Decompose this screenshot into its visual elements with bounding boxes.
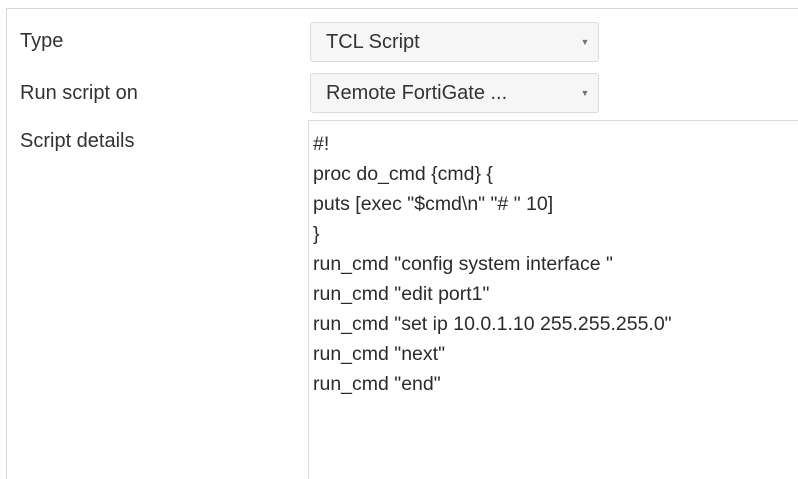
run-script-on-select[interactable]: Remote FortiGate ... ▼ [310,73,599,113]
script-line: run_cmd "edit port1" [313,283,490,305]
script-line: run_cmd "set ip 10.0.1.10 255.255.255.0" [313,313,672,335]
run-script-on-value: Remote FortiGate ... [326,81,508,104]
script-line: puts [exec "$cmd\n" "# " 10] [313,193,554,215]
type-select-value: TCL Script [326,30,420,53]
chevron-down-icon: ▼ [580,88,590,98]
script-line: #! [313,133,330,155]
script-line: run_cmd "config system interface " [313,253,613,275]
run-script-on-label: Run script on [20,82,138,104]
script-line: } [313,223,320,245]
script-line: run_cmd "next" [313,343,445,365]
script-line: run_cmd "end" [313,373,441,395]
type-select[interactable]: TCL Script ▼ [310,22,599,62]
script-details-label: Script details [20,130,135,152]
script-details-textarea[interactable]: #! proc do_cmd {cmd} { puts [exec "$cmd\… [308,120,798,479]
type-label: Type [20,30,64,52]
chevron-down-icon: ▼ [580,37,590,47]
script-line: proc do_cmd {cmd} { [313,163,493,185]
